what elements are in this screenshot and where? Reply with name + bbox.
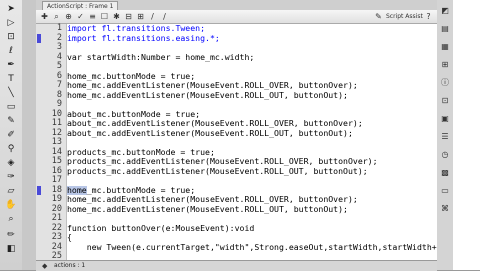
help-icon[interactable]: ? <box>424 12 433 21</box>
collapse-icon[interactable]: ⊟ <box>124 12 133 21</box>
tools-panel: ➤ ▷ ⊡ ℓ ✒ T ╲ ▭ ✎ ✐ ⚲ ◈ ✑ ▱ ✋ ⌕ ✏ ◧ <box>0 0 23 270</box>
components-icon[interactable]: ▣ <box>440 114 450 124</box>
subselection-tool-icon[interactable]: ▷ <box>4 18 18 29</box>
expand-icon[interactable]: ⊞ <box>136 12 145 21</box>
uncomment-icon[interactable]: ∕ <box>160 12 169 21</box>
find-icon[interactable]: ⌕ <box>52 12 61 21</box>
code-line: about_mc.addEventListener(MouseEvent.ROL… <box>67 119 363 128</box>
bone-tool-icon[interactable]: ⚲ <box>4 144 18 155</box>
actions-layer-icon: ◆ <box>42 262 48 270</box>
comment-icon[interactable]: / <box>148 12 157 21</box>
actions-toolbar: ✚ ⌕ ⊕ ✓ ≡ ☐ ✱ ⊟ ⊞ / ∕ ✎ Script Assist ? <box>36 10 437 24</box>
right-panel-toolbar: ◩ ▤ ▦ ⊞ ⓘ ⊡ ▣ ☰ ◷ ▩ ▭ ⌘ <box>437 0 454 270</box>
code-line: import fl.transitions.easing.*; <box>67 33 220 43</box>
stage-area[interactable] <box>453 0 480 270</box>
code-line: home_mc.buttonMode = true; <box>67 71 196 81</box>
code-line: products_mc.addEventListener(MouseEvent.… <box>67 166 368 176</box>
paint-bucket-tool-icon[interactable]: ◈ <box>4 158 18 169</box>
text-tool-icon[interactable]: T <box>4 74 18 85</box>
code-editor[interactable]: 1 2 3 4 5 6 7 8 9 10 11 12 13 14 15 16 1… <box>36 23 437 261</box>
script-assist-button[interactable]: Script Assist <box>386 12 423 21</box>
rectangle-tool-icon[interactable]: ▭ <box>4 102 18 113</box>
insert-target-icon[interactable]: ⊕ <box>64 12 73 21</box>
code-line: home_mc.addEventListener(MouseEvent.ROLL… <box>67 195 358 204</box>
debug-icon[interactable]: ✱ <box>112 12 121 21</box>
properties-icon[interactable]: ▦ <box>440 42 450 52</box>
selection-tool-icon[interactable]: ➤ <box>4 4 18 15</box>
pen-tool-icon[interactable]: ✒ <box>4 60 18 71</box>
info-icon[interactable]: ⓘ <box>440 78 450 88</box>
library-icon[interactable]: ▤ <box>440 24 450 34</box>
code-line-selected: home_mc.buttonMode = true; <box>67 185 196 195</box>
motion-presets-icon[interactable]: ☰ <box>440 132 450 142</box>
code-line: about_mc.buttonMode = true; <box>67 109 201 119</box>
auto-format-icon[interactable]: ≡ <box>88 12 97 21</box>
code-line: home_mc.addEventListener(MouseEvent.ROLL… <box>67 90 348 100</box>
lasso-tool-icon[interactable]: ℓ <box>4 46 18 57</box>
line-tool-icon[interactable]: ╲ <box>4 88 18 99</box>
code-snippets-icon[interactable]: ⌘ <box>440 204 450 214</box>
align-icon[interactable]: ⊞ <box>440 60 450 70</box>
free-transform-tool-icon[interactable]: ⊡ <box>4 32 18 43</box>
code-line: home_mc.addEventListener(MouseEvent.ROLL… <box>67 81 358 90</box>
code-hint-icon[interactable]: ☐ <box>100 12 109 21</box>
actions-panel: ActionScript : Frame 1 ✚ ⌕ ⊕ ✓ ≡ ☐ ✱ ⊟ ⊞… <box>36 0 438 271</box>
code-line: new Tween(e.currentTarget,"width",Strong… <box>86 242 437 252</box>
transform-icon[interactable]: ⊡ <box>440 96 450 106</box>
code-line: function buttonOver(e:MouseEvent):void <box>67 223 255 233</box>
eyedropper-tool-icon[interactable]: ✑ <box>4 172 18 183</box>
swatches-icon[interactable]: ▩ <box>440 168 450 178</box>
eraser-tool-icon[interactable]: ▱ <box>4 186 18 197</box>
zoom-tool-icon[interactable]: ⌕ <box>4 214 18 225</box>
hand-tool-icon[interactable]: ✋ <box>4 200 18 211</box>
panel-gutter <box>22 0 37 270</box>
code-line: products_mc.addEventListener(MouseEvent.… <box>67 157 378 166</box>
code-line: about_mc.addEventListener(MouseEvent.ROL… <box>67 128 353 138</box>
check-syntax-icon[interactable]: ✓ <box>76 12 85 21</box>
color-swatch-icon[interactable]: ◩ <box>440 6 450 16</box>
output-icon[interactable]: ▭ <box>440 186 450 196</box>
code-line: import fl.transitions.Tween; <box>67 24 206 33</box>
selected-text: home <box>67 185 87 195</box>
line-number-gutter: 1 2 3 4 5 6 7 8 9 10 11 12 13 14 15 16 1… <box>36 23 67 261</box>
status-label[interactable]: actions : 1 <box>54 262 85 270</box>
code-line: { <box>67 233 72 242</box>
code-line: var startWidth:Number = home_mc.width; <box>67 52 255 62</box>
history-icon[interactable]: ◷ <box>440 150 450 160</box>
pencil-tool-icon[interactable]: ✎ <box>4 116 18 127</box>
script-assist-icon[interactable]: ✎ <box>374 12 383 21</box>
code-line: products_mc.buttonMode = true; <box>67 147 215 157</box>
stroke-color-icon[interactable]: ✏ <box>4 230 18 241</box>
status-bar: ◆ actions : 1 <box>36 260 437 271</box>
add-script-icon[interactable]: ✚ <box>40 12 49 21</box>
brush-tool-icon[interactable]: ✐ <box>4 130 18 141</box>
code-line: home_mc.addEventListener(MouseEvent.ROLL… <box>67 204 348 214</box>
fill-color-icon[interactable]: ◧ <box>4 244 18 255</box>
